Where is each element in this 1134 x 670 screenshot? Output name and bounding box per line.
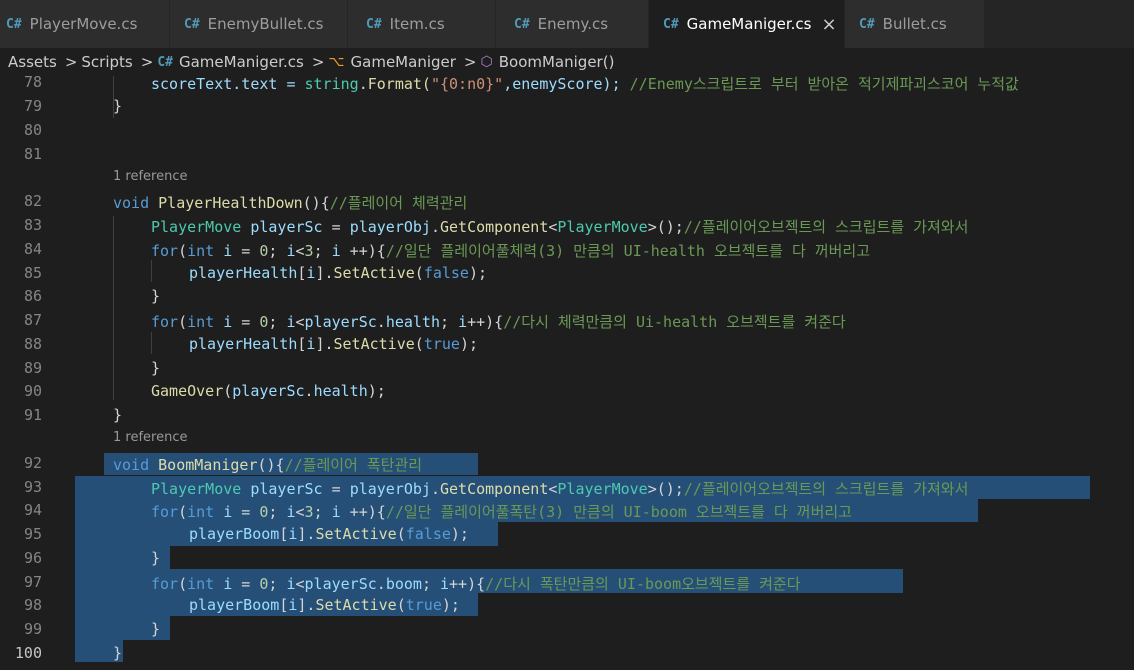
- breadcrumb-assets[interactable]: Assets: [8, 53, 57, 71]
- breadcrumb-method[interactable]: BoomManiger(): [499, 53, 615, 71]
- code-line-88: 88 playerHealth[i].SetActive(true);: [0, 333, 1134, 355]
- csharp-file-icon: C#: [366, 16, 382, 32]
- line-number: 88: [23, 335, 42, 353]
- csharp-file-icon: C#: [157, 54, 173, 70]
- code-line-78: 78 scoreText.text = string.Format("{0:n0…: [0, 76, 1134, 93]
- breadcrumb: Assets > Scripts > C# GameManiger.cs > ⌥…: [0, 48, 1134, 76]
- line-number: 80: [23, 121, 42, 139]
- line-number: 81: [23, 145, 42, 163]
- line-number: 98: [23, 596, 42, 614]
- line-number: 95: [23, 525, 42, 543]
- code-line-86: 86 }: [0, 285, 1134, 307]
- tab-label: GameManiger.cs: [686, 15, 812, 33]
- code-line-98: 98 playerBoom[i].SetActive(true);: [0, 594, 1134, 616]
- csharp-file-icon: C#: [514, 16, 530, 32]
- code-line-95: 95 playerBoom[i].SetActive(false);: [0, 523, 1134, 545]
- csharp-file-icon: C#: [184, 16, 200, 32]
- line-number: 93: [23, 478, 42, 496]
- line-number: 97: [23, 573, 42, 591]
- csharp-file-icon: C#: [663, 16, 679, 32]
- line-number: 89: [23, 359, 42, 377]
- line-number: 86: [23, 287, 42, 305]
- method-icon: ⬡: [480, 54, 493, 70]
- code-line-93: 93 PlayerMove playerSc = playerObj.GetCo…: [0, 476, 1134, 498]
- editor-tab-bar: C# PlayerMove.cs C# EnemyBullet.cs C# It…: [0, 0, 1134, 48]
- code-line-85: 85 playerHealth[i].SetActive(false);: [0, 262, 1134, 284]
- csharp-file-icon: C#: [6, 16, 22, 32]
- code-line-91: 91 }: [0, 404, 1134, 426]
- chevron-right-icon: >: [463, 53, 477, 71]
- tab-label: PlayerMove.cs: [29, 15, 138, 33]
- line-number: 84: [23, 240, 42, 258]
- chevron-right-icon: >: [140, 53, 154, 71]
- line-number: 83: [23, 216, 42, 234]
- breadcrumb-file[interactable]: GameManiger.cs: [179, 53, 304, 71]
- code-line-84: 84 for(int i = 0; i<3; i ++){//일단 플레이어풀체…: [0, 238, 1134, 260]
- code-line-89: 89 }: [0, 357, 1134, 379]
- codelens-reference[interactable]: 1 reference: [113, 169, 187, 189]
- tab-enemybullet[interactable]: C# EnemyBullet.cs: [170, 0, 348, 48]
- close-icon[interactable]: ×: [822, 14, 837, 35]
- code-line-83: 83 PlayerMove playerSc = playerObj.GetCo…: [0, 214, 1134, 236]
- code-line-87: 87 for(int i = 0; i<playerSc.health; i++…: [0, 309, 1134, 331]
- line-number: 91: [23, 406, 42, 424]
- codelens-reference[interactable]: 1 reference: [113, 430, 187, 450]
- line-number: 100: [14, 644, 42, 662]
- csharp-file-icon: C#: [859, 16, 875, 32]
- code-line-94: 94 for(int i = 0; i<3; i ++){//일단 플레이어풀폭…: [0, 499, 1134, 521]
- code-line-79: 79 }: [0, 95, 1134, 117]
- line-number: 94: [23, 501, 42, 519]
- line-number: 99: [23, 620, 42, 638]
- code-line-99: 99 }: [0, 618, 1134, 640]
- tab-enemy[interactable]: C# Enemy.cs: [496, 0, 649, 48]
- line-number: 79: [23, 97, 42, 115]
- tab-playermove[interactable]: C# PlayerMove.cs: [0, 0, 170, 48]
- code-line-92: 92 void BoomManiger(){//플레이어 폭탄관리: [0, 452, 1134, 474]
- line-number: 82: [23, 192, 42, 210]
- line-number: 85: [23, 264, 42, 282]
- code-line-90: 90 GameOver(playerSc.health);: [0, 380, 1134, 402]
- tab-label: Enemy.cs: [537, 15, 609, 33]
- chevron-right-icon: >: [64, 53, 78, 71]
- breadcrumb-scripts[interactable]: Scripts: [81, 53, 132, 71]
- tab-label: Item.cs: [389, 15, 445, 33]
- tab-label: Bullet.cs: [882, 15, 947, 33]
- tab-bullet[interactable]: C# Bullet.cs: [845, 0, 985, 48]
- code-line-96: 96 }: [0, 547, 1134, 569]
- tab-gamemaniger[interactable]: C# GameManiger.cs ×: [649, 0, 845, 48]
- breadcrumb-class[interactable]: GameManiger: [351, 53, 456, 71]
- code-line-100: 100 }: [0, 642, 1134, 664]
- line-number: 87: [23, 311, 42, 329]
- chevron-right-icon: >: [311, 53, 325, 71]
- tab-item[interactable]: C# Item.cs: [348, 0, 496, 48]
- line-number: 92: [23, 454, 42, 472]
- line-number: 96: [23, 549, 42, 567]
- line-number: 90: [23, 382, 42, 400]
- code-editor[interactable]: 78 scoreText.text = string.Format("{0:n0…: [0, 76, 1134, 670]
- class-icon: ⌥: [328, 54, 345, 70]
- code-line-97: 97 for(int i = 0; i<playerSc.boom; i++){…: [0, 571, 1134, 593]
- tab-label: EnemyBullet.cs: [207, 15, 324, 33]
- code-line-80: 80: [0, 119, 1134, 141]
- line-number: 78: [23, 76, 42, 91]
- code-line-82: 82 void PlayerHealthDown(){//플레이어 체력관리: [0, 190, 1134, 212]
- code-line-81: 81: [0, 143, 1134, 165]
